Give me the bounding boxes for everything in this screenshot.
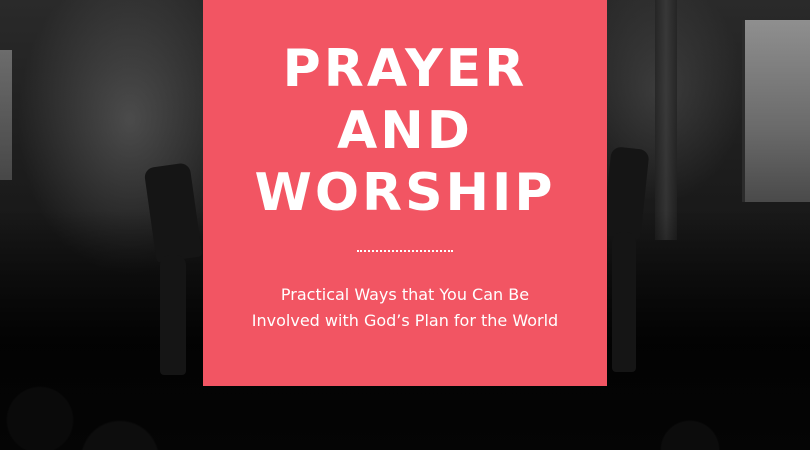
title-line-3: WORSHIP (254, 163, 556, 223)
title-line-1: PRAYER (282, 39, 528, 99)
title-line-2: AND (337, 101, 473, 161)
subtitle: Practical Ways that You Can Be Involved … (251, 285, 559, 330)
title-card: PRAYER AND WORSHIP Practical Ways that Y… (203, 0, 607, 386)
stage-pillar (655, 0, 677, 240)
page-title: PRAYER AND WORSHIP (203, 0, 607, 224)
stage-screen-left (0, 50, 12, 180)
stage-screen-right (742, 20, 810, 202)
dotted-divider (357, 250, 453, 252)
